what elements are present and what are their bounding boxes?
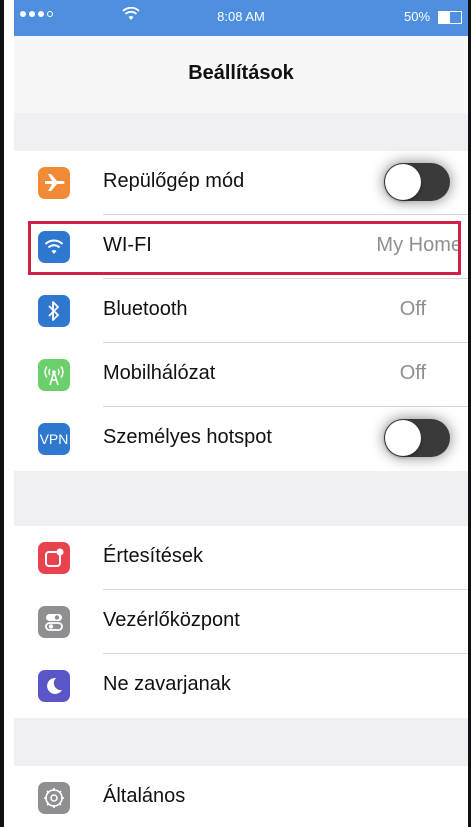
row-label: Ne zavarjanak [103, 673, 231, 695]
battery-icon [438, 11, 462, 24]
row-notifications[interactable]: Értesítések [14, 526, 468, 590]
row-control-center[interactable]: Vezérlőközpont [14, 590, 468, 654]
cellular-icon [38, 359, 70, 391]
row-airplane-mode[interactable]: Repülőgép mód [14, 151, 468, 215]
row-general[interactable]: Általános [14, 766, 468, 827]
section-spacer [14, 471, 468, 526]
bluetooth-icon [38, 295, 70, 327]
battery-percent: 50% [404, 9, 431, 24]
gear-icon [38, 782, 70, 814]
section-spacer [14, 718, 468, 766]
toggle-knob [385, 164, 421, 200]
page-title: Beállítások [188, 62, 294, 84]
row-do-not-disturb[interactable]: Ne zavarjanak [14, 654, 468, 718]
status-time: 8:08 AM [217, 9, 265, 24]
hotspot-toggle[interactable] [384, 419, 450, 457]
settings-screen: 8:08 AM 50% Beállítások Repülőgép mód WI… [0, 0, 471, 827]
row-label: Bluetooth [103, 298, 188, 320]
row-value: Off [399, 298, 426, 320]
section-spacer [14, 113, 468, 151]
row-bluetooth[interactable]: Bluetooth Off [14, 279, 468, 343]
row-label: Értesítések [103, 545, 204, 567]
vpn-icon: VPN [38, 423, 70, 455]
airplane-icon [38, 167, 70, 199]
row-label: Általános [103, 785, 186, 807]
row-cellular[interactable]: Mobilhálózat Off [14, 343, 468, 407]
row-label: Személyes hotspot [103, 426, 272, 448]
row-label: Mobilhálózat [103, 362, 216, 384]
row-label: Repülőgép mód [103, 170, 245, 192]
row-label: Vezérlőközpont [103, 609, 240, 631]
moon-icon [38, 670, 70, 702]
airplane-mode-toggle[interactable] [384, 163, 450, 201]
frame-border-left [0, 0, 4, 827]
row-value: Off [399, 362, 426, 384]
row-personal-hotspot[interactable]: VPN Személyes hotspot [14, 407, 468, 471]
nav-bar: Beállítások [14, 36, 468, 113]
control-center-icon [38, 606, 70, 638]
toggle-knob [385, 420, 421, 456]
status-bar: 8:08 AM 50% [14, 0, 468, 36]
wifi-highlight-box [28, 221, 461, 275]
notifications-icon [38, 542, 70, 574]
